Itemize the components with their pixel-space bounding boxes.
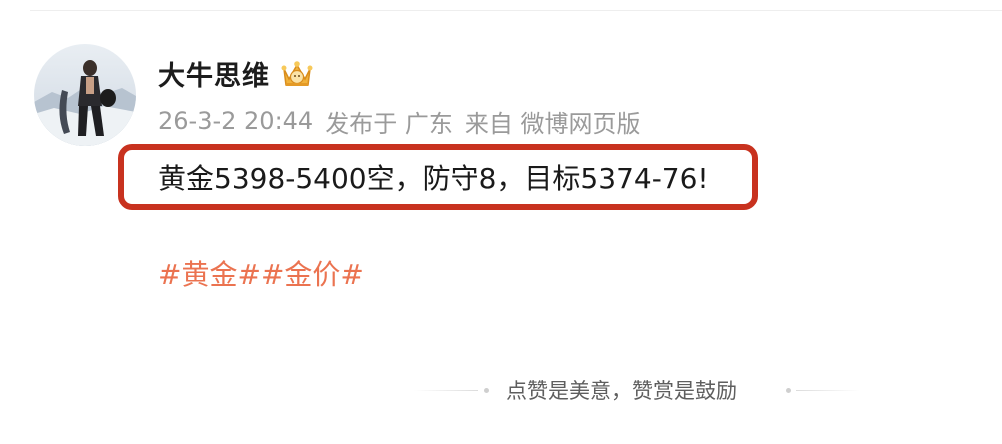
post-meta: 26-3-2 20:44 发布于 广东 来自 微博网页版 [158, 104, 640, 138]
hashtag-gold[interactable]: #黄金# [158, 258, 261, 291]
avatar-image [34, 44, 136, 146]
crown-vip-icon[interactable] [278, 57, 316, 89]
author-row: 大牛思维 [158, 54, 316, 92]
reward-section: 点赞是美意，赞赏是鼓励 [0, 374, 1002, 408]
top-divider [30, 10, 1002, 11]
reward-dot-left [484, 388, 489, 393]
post-text: 黄金5398-5400空，防守8，目标5374-76! [158, 162, 709, 195]
post-timestamp[interactable]: 26-3-2 20:44 [158, 107, 313, 135]
reward-dot-right [786, 388, 791, 393]
author-name[interactable]: 大牛思维 [158, 54, 270, 93]
reward-divider-left [414, 390, 478, 391]
hashtag-gold-price[interactable]: #金价# [261, 258, 364, 291]
hashtag-list: #黄金##金价# [158, 255, 364, 295]
post-source: 来自 微博网页版 [464, 109, 641, 138]
avatar[interactable] [34, 44, 136, 146]
reward-divider-right [796, 390, 860, 391]
post-location: 发布于 广东 [325, 109, 453, 138]
reward-label[interactable]: 点赞是美意，赞赏是鼓励 [506, 374, 737, 408]
